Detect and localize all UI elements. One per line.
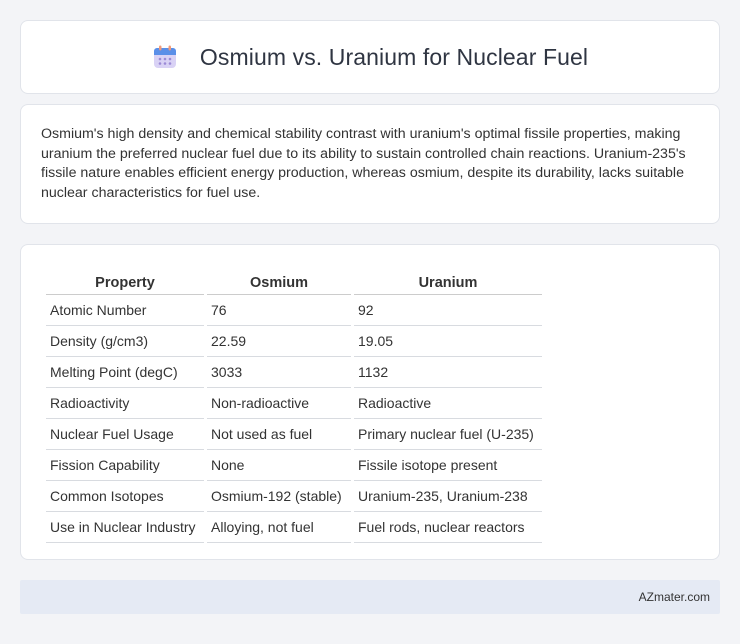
header-property: Property [46,267,204,295]
table-cell: Atomic Number [46,295,204,326]
table-cell: Fission Capability [46,450,204,481]
title-wrap: Osmium vs. Uranium for Nuclear Fuel [152,44,588,71]
table-cell: Uranium-235, Uranium-238 [354,481,542,512]
table-row: Atomic Number 76 92 [46,295,542,326]
table-row: Radioactivity Non-radioactive Radioactiv… [46,388,542,419]
table-row: Density (g/cm3) 22.59 19.05 [46,326,542,357]
table-cell: 1132 [354,357,542,388]
description-text: Osmium's high density and chemical stabi… [41,126,686,201]
comparison-card: Property Osmium Uranium Atomic Number 76… [20,244,720,560]
footer-site-link[interactable]: AZmater.com [639,590,710,604]
table-row: Nuclear Fuel Usage Not used as fuel Prim… [46,419,542,450]
table-cell: Radioactivity [46,388,204,419]
table-cell: 76 [207,295,351,326]
calendar-icon [153,45,176,68]
page-title: Osmium vs. Uranium for Nuclear Fuel [199,43,589,70]
table-cell: Nuclear Fuel Usage [46,419,204,450]
table-row: Fission Capability None Fissile isotope … [46,450,542,481]
table-cell: Fuel rods, nuclear reactors [354,512,542,543]
table-cell: 19.05 [354,326,542,357]
table-cell: Alloying, not fuel [207,512,351,543]
header-osmium: Osmium [207,267,351,295]
title-card: Osmium vs. Uranium for Nuclear Fuel [20,20,720,94]
table-row: Melting Point (degC) 3033 1132 [46,357,542,388]
table-cell: Common Isotopes [46,481,204,512]
comparison-table: Property Osmium Uranium Atomic Number 76… [43,267,545,543]
table-cell: Not used as fuel [207,419,351,450]
header-uranium: Uranium [354,267,542,295]
table-cell: 92 [354,295,542,326]
footer-bar: AZmater.com [20,580,720,614]
table-cell: Fissile isotope present [354,450,542,481]
table-row: Use in Nuclear Industry Alloying, not fu… [46,512,542,543]
table-cell: None [207,450,351,481]
table-cell: Non-radioactive [207,388,351,419]
table-cell: Osmium-192 (stable) [207,481,351,512]
table-cell: Use in Nuclear Industry [46,512,204,543]
table-cell: 3033 [207,357,351,388]
table-cell: Melting Point (degC) [46,357,204,388]
table-cell: 22.59 [207,326,351,357]
table-cell: Radioactive [354,388,542,419]
table-header-row: Property Osmium Uranium [46,267,542,295]
table-cell: Density (g/cm3) [46,326,204,357]
description-card: Osmium's high density and chemical stabi… [20,104,720,224]
table-row: Common Isotopes Osmium-192 (stable) Uran… [46,481,542,512]
table-cell: Primary nuclear fuel (U-235) [354,419,542,450]
